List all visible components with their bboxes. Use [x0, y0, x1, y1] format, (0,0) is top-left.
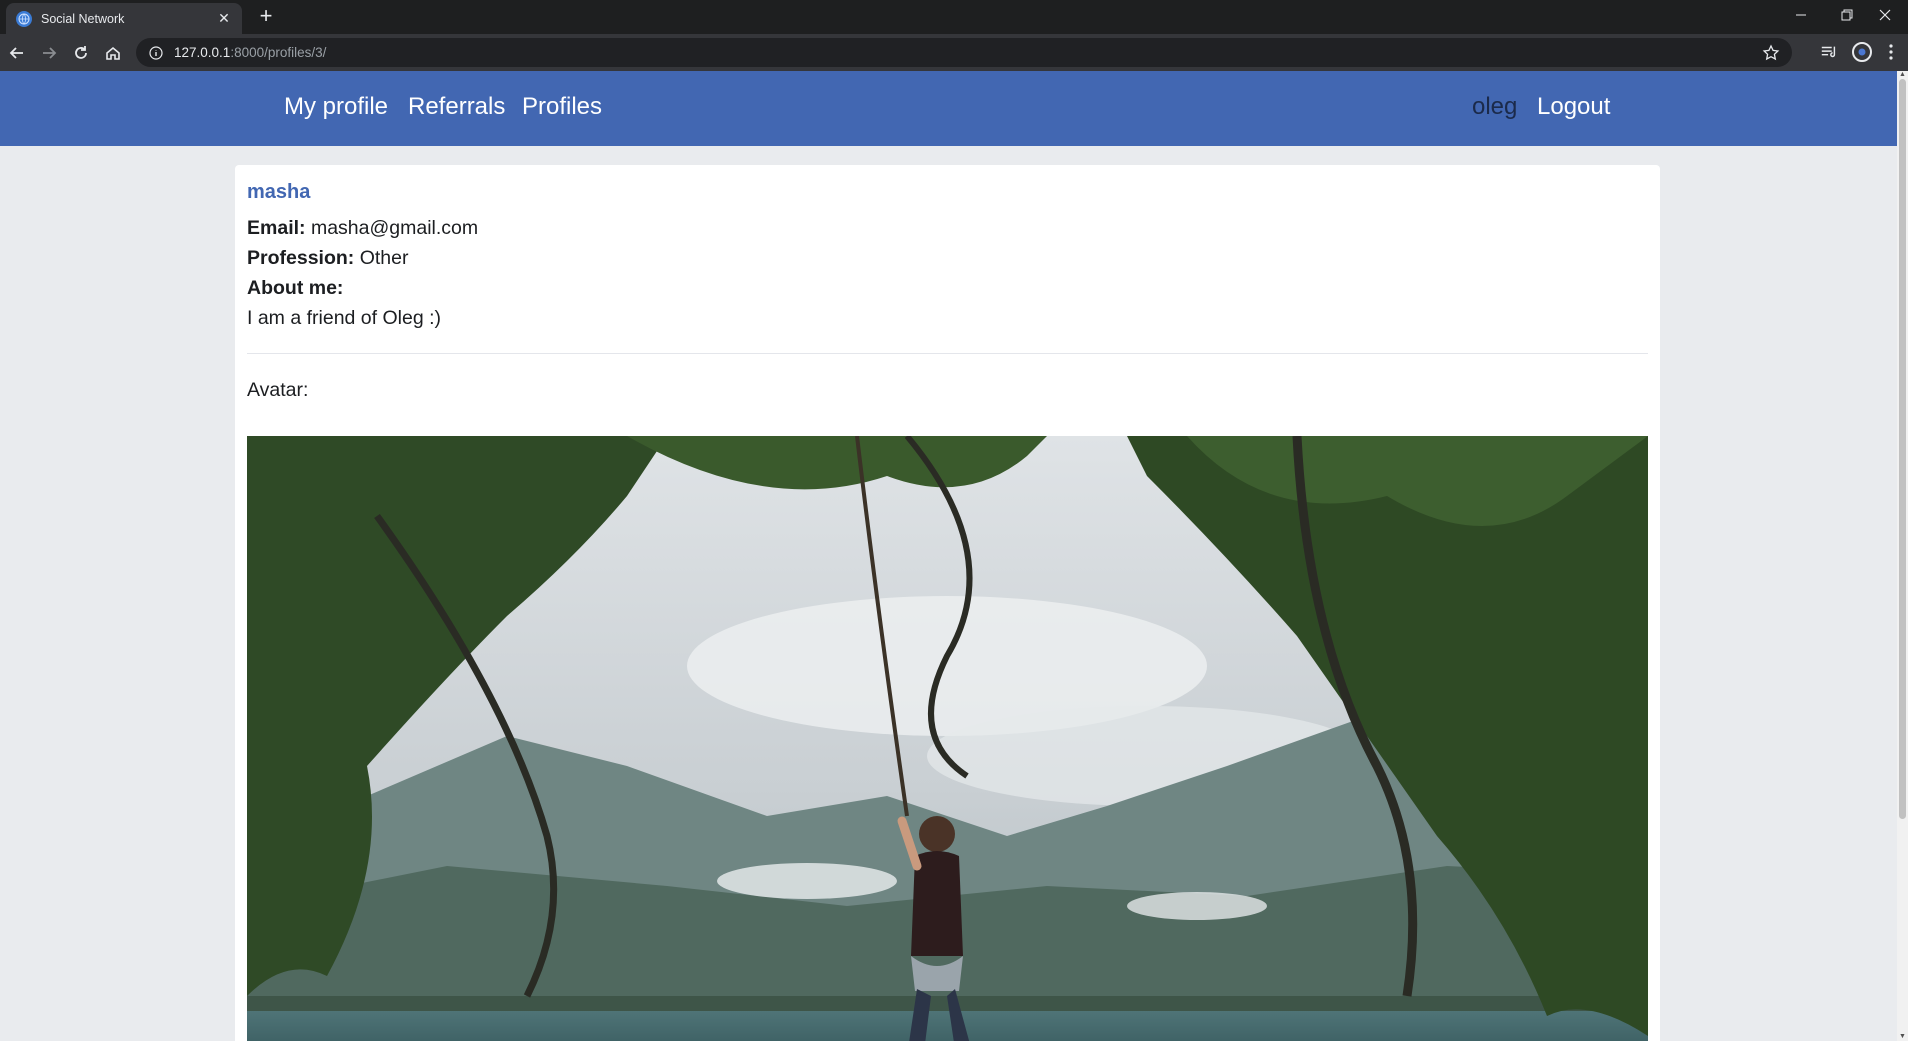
page-scrollbar[interactable]: ▲ ▼: [1897, 71, 1908, 1041]
profession-label: Profession:: [247, 247, 355, 269]
back-arrow-icon[interactable]: [4, 40, 30, 66]
browser-toolbar: 127.0.0.1:8000/profiles/3/: [0, 34, 1908, 71]
about-label: About me:: [247, 277, 344, 299]
reload-icon[interactable]: [68, 40, 94, 66]
address-bar[interactable]: 127.0.0.1:8000/profiles/3/: [136, 38, 1792, 67]
minimize-icon[interactable]: [1778, 0, 1824, 30]
url-text: 127.0.0.1:8000/profiles/3/: [174, 45, 326, 60]
url-path: :8000/profiles/3/: [230, 45, 327, 60]
tab-title: Social Network: [41, 11, 125, 26]
page-viewport: My profile Referrals Profiles oleg Logou…: [0, 71, 1897, 1041]
about-row: About me:: [247, 277, 343, 300]
forward-arrow-icon[interactable]: [36, 40, 62, 66]
nav-profiles-link[interactable]: Profiles: [522, 93, 602, 121]
nav-logout-link[interactable]: Logout: [1537, 93, 1610, 121]
scroll-down-arrow-icon[interactable]: ▼: [1898, 1033, 1907, 1041]
url-host: 127.0.0.1: [174, 45, 231, 60]
nav-referrals-link[interactable]: Referrals: [408, 93, 505, 121]
profession-row: Profession: Other: [247, 247, 408, 270]
nav-my-profile-link[interactable]: My profile: [284, 93, 388, 121]
site-navbar: My profile Referrals Profiles oleg Logou…: [0, 71, 1897, 146]
media-control-icon[interactable]: [1818, 41, 1840, 63]
info-icon[interactable]: [148, 45, 164, 61]
tab-close-icon[interactable]: ✕: [216, 10, 232, 27]
profile-card: masha Email: masha@gmail.com Profession:…: [235, 165, 1660, 1041]
nav-username-link[interactable]: oleg: [1472, 93, 1517, 121]
bookmark-star-icon[interactable]: [1762, 44, 1780, 62]
avatar-label: Avatar:: [247, 379, 309, 401]
home-icon[interactable]: [100, 40, 126, 66]
profile-avatar-icon[interactable]: [1851, 41, 1873, 63]
email-value: masha@gmail.com: [310, 217, 479, 239]
scrollbar-thumb[interactable]: [1899, 79, 1906, 819]
browser-tab-strip: Social Network ✕ +: [0, 0, 1908, 34]
scroll-up-arrow-icon[interactable]: ▲: [1898, 71, 1907, 79]
menu-kebab-icon[interactable]: [1884, 41, 1898, 63]
avatar-image: [247, 436, 1648, 1041]
profile-username-link[interactable]: masha: [247, 181, 310, 204]
close-icon[interactable]: [1862, 0, 1908, 30]
browser-tab[interactable]: Social Network ✕: [6, 3, 242, 34]
email-row: Email: masha@gmail.com: [247, 217, 478, 240]
globe-icon: [16, 10, 32, 27]
new-tab-button[interactable]: +: [254, 5, 278, 29]
divider: [247, 353, 1648, 354]
about-text: I am a friend of Oleg :): [247, 307, 442, 329]
email-label: Email:: [247, 217, 306, 239]
profession-value: Other: [359, 247, 409, 269]
